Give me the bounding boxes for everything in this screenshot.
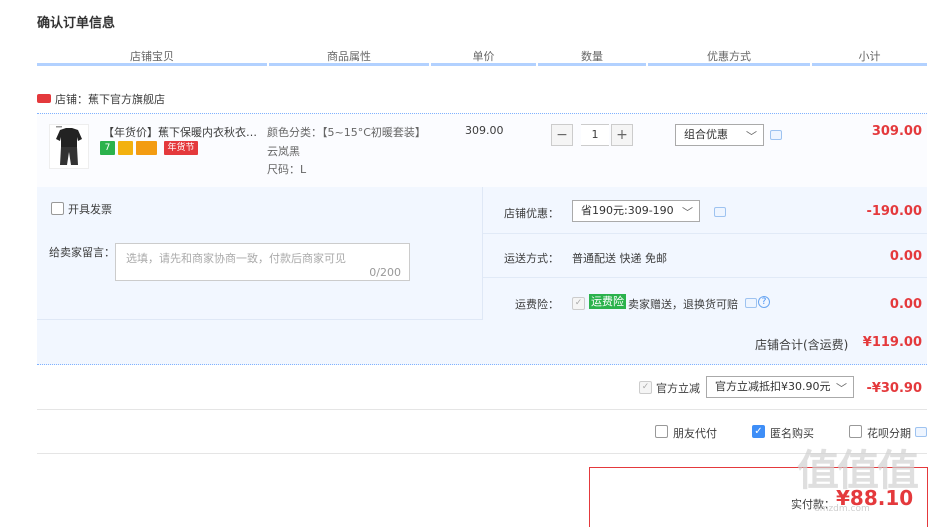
watermark-logo: 值值值 <box>797 446 919 495</box>
shop-total-label: 店铺合计(含运费) <box>755 338 849 352</box>
col-header-quantity: 数量 <box>538 50 646 66</box>
item-subtotal: 309.00 <box>871 124 922 139</box>
comment-icon[interactable] <box>745 298 757 308</box>
col-header-shop-item: 店铺宝贝 <box>37 50 267 66</box>
comment-icon[interactable] <box>714 207 726 217</box>
qty-minus-button[interactable]: − <box>551 124 573 146</box>
shipping-label: 运送方式： <box>504 252 559 265</box>
chevron-down-icon: ﹀ <box>836 382 847 395</box>
col-header-unit-price: 单价 <box>431 50 536 66</box>
divider <box>483 277 927 278</box>
shop-total-amount: ¥119.00 <box>862 335 922 350</box>
anonymous-checkbox[interactable]: ✓ <box>752 425 765 438</box>
insurance-checkbox: ✓ <box>572 297 585 310</box>
shop-name[interactable]: 店铺：蕉下官方旗舰店 <box>37 91 165 107</box>
shop-label: 店铺：蕉下官方旗舰店 <box>55 93 165 106</box>
watermark-url: smzdm.com <box>815 504 870 514</box>
shop-icon <box>37 94 51 103</box>
attr-color: 颜色分类：【5~15°C初暖套装】 <box>267 126 426 139</box>
page-title: 确认订单信息 <box>37 16 116 31</box>
divider <box>37 409 927 410</box>
message-placeholder: 选填，请先和商家协商一致，付款后商家可见 <box>126 252 346 265</box>
qty-plus-button[interactable]: + <box>611 124 633 146</box>
message-textarea[interactable]: 选填，请先和商家协商一致，付款后商家可见 0/200 <box>115 243 410 281</box>
attr-color-value: 云岚黑 <box>267 145 300 158</box>
attr-size: 尺码：L <box>267 163 307 176</box>
discount-select[interactable]: 组合优惠 ﹀ <box>675 124 764 146</box>
official-discount-label: 官方立减 <box>656 382 700 395</box>
unit-price: 309.00 <box>465 124 504 137</box>
help-icon[interactable]: ? <box>758 296 770 308</box>
product-thumbnail[interactable] <box>49 124 89 169</box>
insurance-tag: 运费险 <box>589 294 626 309</box>
discount-select-value: 组合优惠 <box>684 128 728 141</box>
col-header-discount: 优惠方式 <box>648 50 810 66</box>
badge-7day: 7 <box>100 141 115 155</box>
insurance-text: 卖家赠送，退换货可赔 <box>628 298 738 311</box>
shop-discount-select[interactable]: 省190元:309-190 ﹀ <box>572 200 700 222</box>
col-header-subtotal: 小计 <box>812 50 927 66</box>
shop-discount-label: 店铺优惠： <box>504 207 559 220</box>
comment-icon[interactable] <box>915 427 927 437</box>
badge-card-icon <box>136 141 157 155</box>
product-name[interactable]: 【年货价】蕉下保暖内衣秋衣秋裤 <box>103 124 265 140</box>
quantity-input[interactable]: 1 <box>581 124 609 146</box>
official-discount-select[interactable]: 官方立减抵扣¥30.90元 ﹀ <box>706 376 854 398</box>
friend-pay-checkbox[interactable] <box>655 425 668 438</box>
shop-discount-amount: -190.00 <box>866 204 922 219</box>
badge-new-year: 年货节 <box>164 141 198 155</box>
official-discount-select-value: 官方立减抵扣¥30.90元 <box>715 380 831 393</box>
shipping-value: 普通配送 快递 免邮 <box>572 252 667 265</box>
official-discount-checkbox: ✓ <box>639 381 652 394</box>
shipping-amount: 0.00 <box>889 249 922 264</box>
col-header-attributes: 商品属性 <box>269 50 429 66</box>
message-counter: 0/200 <box>369 266 401 279</box>
insurance-label: 运费险： <box>515 298 559 311</box>
chevron-down-icon: ﹀ <box>682 206 693 219</box>
invoice-checkbox[interactable] <box>51 202 64 215</box>
comment-icon[interactable] <box>770 130 782 140</box>
shop-discount-select-value: 省190元:309-190 <box>581 204 674 217</box>
friend-pay-label: 朋友代付 <box>673 427 717 440</box>
message-label: 给卖家留言： <box>49 246 115 259</box>
divider <box>483 233 927 234</box>
divider <box>37 453 927 454</box>
insurance-amount: 0.00 <box>889 297 922 312</box>
invoice-label: 开具发票 <box>68 203 112 216</box>
badge-guarantee <box>118 141 133 155</box>
chevron-down-icon: ﹀ <box>746 130 757 143</box>
official-discount-amount: -¥30.90 <box>866 381 922 396</box>
